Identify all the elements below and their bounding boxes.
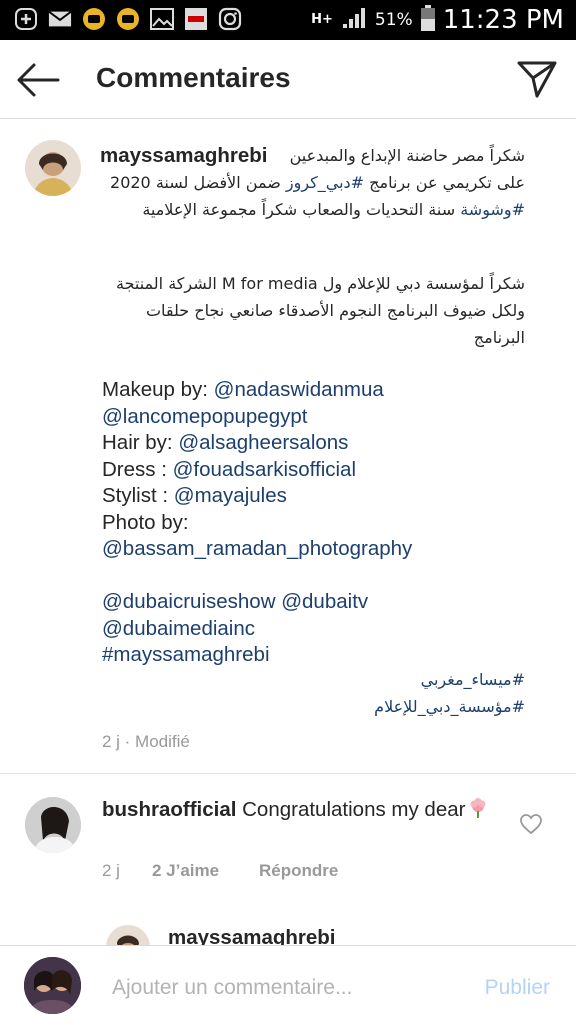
mention-link[interactable]: @nadaswidanmua [214,378,384,401]
hashtag-link[interactable]: #دبي_كروز [286,173,364,192]
caption-arabic-paragraph-2: شكراً لمؤسسة دبي للإعلام ول M for media … [115,274,525,347]
flower-icon [467,797,489,827]
battery-percent: 51% [374,10,413,30]
send-icon[interactable] [516,58,558,100]
caption-credits: Makeup by: @nadaswidanmua @lancomepopupe… [102,378,413,666]
mention-link[interactable]: @alsagheersalons [178,431,348,454]
post-username[interactable]: mayssamaghrebi [100,142,268,169]
hashtag-link[interactable]: #مؤسسة_دبي_للإعلام [100,693,525,720]
caption-arabic-paragraph-1: mayssamaghrebi شكراً مصر حاضنة الإبداع و… [100,142,525,219]
avatar [24,957,81,1014]
arrow-left-icon[interactable] [16,62,60,98]
mention-link[interactable]: @bassam_ramadan_photography [102,537,412,560]
publish-button[interactable]: Publier [485,976,550,1000]
hashtag-link[interactable]: #وشوشة [460,200,525,219]
heart-icon[interactable] [520,814,542,839]
comment-input[interactable]: Ajouter un commentaire... [112,976,352,1000]
app-icon [82,7,106,31]
avatar[interactable] [25,140,81,196]
mention-link[interactable]: @mayajules [174,484,287,507]
instagram-icon [218,7,242,31]
caption-arabic-hashtags: #ميساء_مغربي #مؤسسة_دبي_للإعلام [100,666,525,720]
comment-composer: Ajouter un commentaire... Publier [0,945,576,1025]
app-icon [116,7,140,31]
news-icon [184,7,208,31]
comment-username[interactable]: bushraofficial [102,798,236,821]
post-meta: 2 j · Modifié [102,732,190,751]
top-app-bar: Commentaires [0,40,576,119]
mention-link[interactable]: @fouadsarkisofficial [173,458,356,481]
hashtag-link[interactable]: #ميساء_مغربي [100,666,525,693]
mention-link[interactable]: @dubaimediainc [102,617,255,640]
comment-likes[interactable]: 2 J’aime [152,861,219,881]
avatar[interactable] [25,797,81,853]
mention-link[interactable]: @dubaitv [281,590,368,613]
mention-link[interactable]: @lancomepopupegypt [102,405,307,428]
status-bar: H+ 51% 11:23 PM [0,0,576,40]
reply-button[interactable]: Répondre [259,861,338,881]
signal-icon [341,6,367,35]
mail-icon [48,7,72,31]
image-icon [150,7,174,31]
comment-text: bushraofficial Congratulations my dear [102,797,512,827]
network-type: H+ [311,12,333,27]
divider [0,773,576,774]
battery-icon [420,4,435,36]
page-title: Commentaires [96,62,291,93]
mention-link[interactable]: @dubaicruiseshow [102,590,276,613]
clock: 11:23 PM [442,5,564,35]
comment-time: 2 j [102,861,120,880]
add-icon [14,7,38,31]
hashtag-link[interactable]: #mayssamaghrebi [102,643,270,666]
